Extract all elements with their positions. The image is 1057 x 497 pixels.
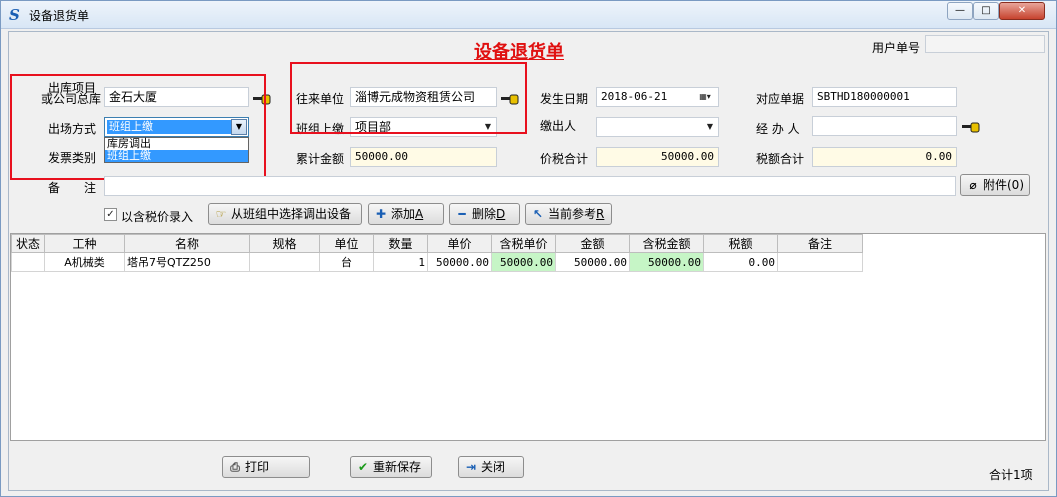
close-window-button[interactable]: ✕ bbox=[999, 2, 1045, 20]
cell-name[interactable]: 塔吊7号QTZ250 bbox=[124, 252, 250, 272]
remark-label: 备 注 bbox=[48, 181, 97, 195]
cell-qty[interactable]: 1 bbox=[373, 252, 428, 272]
handler-label: 经 办 人 bbox=[756, 122, 800, 136]
grid-header-row: 状态 工种 名称 规格 单位 数量 单价 含税单价 金额 含税金额 税额 备注 bbox=[11, 234, 863, 253]
calendar-icon[interactable]: ▦▾ bbox=[692, 88, 718, 106]
detail-grid[interactable]: 状态 工种 名称 规格 单位 数量 单价 含税单价 金额 含税金额 税额 备注 … bbox=[10, 233, 1046, 441]
ref-no-field[interactable]: SBTHD180000001 bbox=[812, 87, 957, 107]
delete-shortcut: D bbox=[496, 207, 506, 221]
cell-status[interactable] bbox=[11, 252, 45, 272]
tax-amount-field: 0.00 bbox=[812, 147, 957, 167]
plus-icon: ✚ bbox=[375, 207, 387, 221]
reference-label: 当前参考 bbox=[548, 207, 597, 221]
pointer-hand-icon[interactable] bbox=[962, 121, 980, 135]
column-header[interactable]: 税额 bbox=[703, 234, 778, 253]
column-header[interactable]: 名称 bbox=[124, 234, 250, 253]
close-label: 关闭 bbox=[481, 460, 506, 474]
tax-amount-label: 税额合计 bbox=[756, 152, 805, 166]
payer-select[interactable] bbox=[596, 117, 719, 137]
handler-field[interactable] bbox=[812, 116, 957, 136]
maximize-button[interactable]: □ bbox=[973, 2, 999, 20]
highlight-box-middle bbox=[290, 62, 527, 134]
cell-amount[interactable]: 50000.00 bbox=[555, 252, 630, 272]
app-logo-icon: S bbox=[9, 6, 20, 24]
pointer-hand-icon: ☞ bbox=[215, 207, 227, 221]
attachment-button[interactable]: ⌀ 附件(0) bbox=[960, 174, 1030, 196]
column-header[interactable]: 含税金额 bbox=[629, 234, 704, 253]
add-shortcut: A bbox=[415, 207, 424, 221]
tax-price-checkbox[interactable]: ✓ bbox=[104, 208, 117, 221]
cell-tax-amount[interactable]: 50000.00 bbox=[629, 252, 704, 272]
user-no-field[interactable] bbox=[925, 35, 1045, 53]
add-label: 添加 bbox=[391, 207, 416, 221]
table-row[interactable]: A机械类 塔吊7号QTZ250 台 1 50000.00 50000.00 50… bbox=[11, 252, 863, 272]
column-header[interactable]: 数量 bbox=[373, 234, 428, 253]
print-button[interactable]: ⎙ 打印 bbox=[222, 456, 310, 478]
tax-total-field: 50000.00 bbox=[596, 147, 719, 167]
window-title: 设备退货单 bbox=[29, 9, 90, 23]
cell-spec[interactable] bbox=[249, 252, 320, 272]
ref-no-label: 对应单据 bbox=[756, 92, 805, 106]
reference-shortcut: R bbox=[596, 207, 605, 221]
column-header[interactable]: 含税单价 bbox=[491, 234, 556, 253]
delete-label: 删除 bbox=[472, 207, 497, 221]
checkmark-icon: ✔ bbox=[357, 460, 369, 474]
resave-label: 重新保存 bbox=[373, 460, 422, 474]
cell-tax[interactable]: 0.00 bbox=[703, 252, 778, 272]
paperclip-icon: ⌀ bbox=[969, 178, 977, 192]
column-header[interactable]: 规格 bbox=[249, 234, 320, 253]
close-button[interactable]: ⇥ 关闭 bbox=[458, 456, 524, 478]
cell-remark[interactable] bbox=[777, 252, 863, 272]
remark-field[interactable] bbox=[104, 176, 956, 196]
reference-button[interactable]: ↖ 当前参考R bbox=[525, 203, 612, 225]
cell-tax-price[interactable]: 50000.00 bbox=[491, 252, 556, 272]
cell-type[interactable]: A机械类 bbox=[44, 252, 125, 272]
minus-icon: ━ bbox=[458, 207, 466, 221]
cell-price[interactable]: 50000.00 bbox=[427, 252, 492, 272]
detail-table: 状态 工种 名称 规格 单位 数量 单价 含税单价 金额 含税金额 税额 备注 … bbox=[11, 234, 863, 272]
add-button[interactable]: ✚ 添加A bbox=[368, 203, 444, 225]
column-header[interactable]: 工种 bbox=[44, 234, 125, 253]
cell-unit[interactable]: 台 bbox=[319, 252, 374, 272]
exit-door-icon: ⇥ bbox=[465, 460, 477, 474]
print-label: 打印 bbox=[245, 460, 270, 474]
total-field: 50000.00 bbox=[350, 147, 497, 167]
total-items-count: 合计1项 bbox=[989, 468, 1033, 482]
total-label: 累计金额 bbox=[296, 152, 345, 166]
column-header[interactable]: 状态 bbox=[11, 234, 45, 253]
title-bar[interactable]: S 设备退货单 — □ ✕ bbox=[1, 1, 1056, 29]
user-no-label: 用户单号 bbox=[872, 41, 921, 55]
tax-price-checkbox-label: 以含税价录入 bbox=[121, 210, 194, 224]
column-header[interactable]: 单价 bbox=[427, 234, 492, 253]
select-from-team-button[interactable]: ☞ 从班组中选择调出设备 bbox=[208, 203, 362, 225]
attachment-label: 附件(0) bbox=[983, 178, 1024, 192]
tax-total-label: 价税合计 bbox=[540, 152, 589, 166]
payer-label: 缴出人 bbox=[540, 119, 577, 133]
printer-icon: ⎙ bbox=[230, 460, 240, 474]
date-label: 发生日期 bbox=[540, 92, 589, 106]
help-cursor-icon: ↖ bbox=[532, 207, 544, 221]
chevron-down-icon[interactable]: ▼ bbox=[702, 118, 718, 136]
column-header[interactable]: 单位 bbox=[319, 234, 374, 253]
minimize-button[interactable]: — bbox=[947, 2, 973, 20]
select-from-team-label: 从班组中选择调出设备 bbox=[231, 207, 352, 221]
document-title: 设备退货单 bbox=[474, 42, 564, 63]
column-header[interactable]: 金额 bbox=[555, 234, 630, 253]
column-header[interactable]: 备注 bbox=[777, 234, 863, 253]
delete-button[interactable]: ━ 删除D bbox=[449, 203, 520, 225]
highlight-box-left bbox=[10, 74, 266, 180]
resave-button[interactable]: ✔ 重新保存 bbox=[350, 456, 432, 478]
